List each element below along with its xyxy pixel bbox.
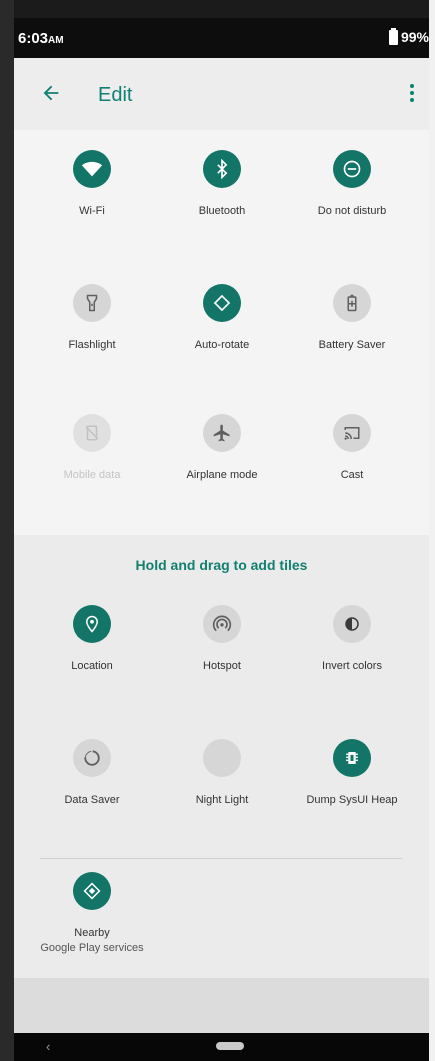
do-not-disturb-icon xyxy=(343,160,361,178)
tile-label: Battery Saver xyxy=(318,339,386,351)
bluetooth-icon xyxy=(217,159,228,179)
tile-icon-bg xyxy=(333,605,371,643)
night-light-icon xyxy=(217,751,225,765)
tile-hotspot[interactable]: Hotspot xyxy=(157,605,287,715)
toolbar: Edit xyxy=(14,58,429,130)
tile-icon-bg xyxy=(203,605,241,643)
memory-chip-icon xyxy=(346,752,358,764)
tile-auto-rotate[interactable]: Auto-rotate xyxy=(157,284,287,394)
tile-label: Airplane mode xyxy=(186,469,258,481)
invert-colors-icon xyxy=(345,617,359,631)
tile-nearby[interactable]: Nearby Google Play services xyxy=(27,872,157,982)
tile-dump-sysui-heap[interactable]: Dump SysUI Heap xyxy=(287,739,417,849)
cast-icon xyxy=(344,427,360,440)
tile-label: Location xyxy=(71,660,113,672)
tile-label: Nearby xyxy=(74,927,110,939)
left-edge xyxy=(0,0,14,1061)
tile-data-saver[interactable]: Data Saver xyxy=(27,739,157,849)
nav-home-pill-icon[interactable] xyxy=(216,1042,244,1050)
tile-label: Night Light xyxy=(195,794,249,806)
tiles-divider xyxy=(40,858,402,859)
tile-icon-bg xyxy=(73,150,111,188)
tile-flashlight[interactable]: Flashlight xyxy=(27,284,157,394)
nav-back-icon[interactable]: ‹ xyxy=(46,1039,50,1054)
tile-icon-bg xyxy=(73,605,111,643)
tile-icon-bg xyxy=(73,414,111,452)
battery-saver-icon xyxy=(347,294,357,312)
tile-cast[interactable]: Cast xyxy=(287,414,417,524)
drag-hint: Hold and drag to add tiles xyxy=(135,557,308,573)
tile-icon-bg xyxy=(203,739,241,777)
hotspot-icon xyxy=(212,615,232,632)
right-edge xyxy=(429,0,435,1061)
tile-airplane-mode[interactable]: Airplane mode xyxy=(157,414,287,524)
mobile-data-icon xyxy=(85,425,99,441)
quick-settings-edit-panel: Edit Wi-Fi Bluetooth Do not disturb Flas… xyxy=(14,58,429,1033)
tile-label: Flashlight xyxy=(68,339,116,351)
battery-percent: 99% xyxy=(400,29,429,45)
data-saver-icon xyxy=(84,750,100,766)
status-bar: 6:03AM 99% xyxy=(14,18,429,58)
tile-wifi[interactable]: Wi-Fi xyxy=(27,150,157,260)
status-time-value: 6:03 xyxy=(18,30,49,47)
tile-bluetooth[interactable]: Bluetooth xyxy=(157,150,287,260)
battery-icon xyxy=(388,27,398,45)
tile-icon-bg xyxy=(333,150,371,188)
location-icon xyxy=(85,615,99,633)
battery-indicator: 99% xyxy=(388,27,429,45)
tile-label: Cast xyxy=(340,469,364,481)
tile-label: Bluetooth xyxy=(198,205,246,217)
tile-label: Dump SysUI Heap xyxy=(306,794,398,806)
tile-do-not-disturb[interactable]: Do not disturb xyxy=(287,150,417,260)
tile-icon-bg xyxy=(73,872,111,910)
tile-icon-bg xyxy=(203,284,241,322)
bottom-fade xyxy=(14,978,429,1033)
tile-location[interactable]: Location xyxy=(27,605,157,715)
more-vert-icon[interactable] xyxy=(407,82,417,104)
tile-icon-bg xyxy=(203,150,241,188)
tile-icon-bg xyxy=(333,284,371,322)
airplane-icon xyxy=(213,424,230,442)
auto-rotate-icon xyxy=(213,294,231,312)
tile-icon-bg xyxy=(333,739,371,777)
tile-label: Data Saver xyxy=(64,794,120,806)
tile-invert-colors[interactable]: Invert colors xyxy=(287,605,417,715)
tile-icon-bg xyxy=(333,414,371,452)
tile-label: Mobile data xyxy=(63,469,121,481)
tile-label: Invert colors xyxy=(322,660,382,672)
tile-night-light[interactable]: Night Light xyxy=(157,739,287,849)
tile-label: Hotspot xyxy=(203,660,241,672)
tile-mobile-data[interactable]: Mobile data xyxy=(27,414,157,524)
tile-battery-saver[interactable]: Battery Saver xyxy=(287,284,417,394)
back-arrow-icon[interactable] xyxy=(40,82,62,104)
tile-icon-bg xyxy=(73,739,111,777)
tile-icon-bg xyxy=(73,284,111,322)
navigation-bar: ‹ xyxy=(14,1033,429,1061)
page-title: Edit xyxy=(98,84,133,106)
nearby-icon xyxy=(83,882,101,900)
flashlight-icon xyxy=(86,294,98,312)
status-time-ampm: AM xyxy=(48,35,64,46)
tile-icon-bg xyxy=(203,414,241,452)
tile-sublabel: Google Play services xyxy=(40,942,144,954)
wifi-icon xyxy=(81,161,103,177)
tile-label: Do not disturb xyxy=(317,205,387,217)
status-time: 6:03AM xyxy=(18,30,64,47)
tile-label: Wi-Fi xyxy=(79,205,105,217)
tile-label: Auto-rotate xyxy=(194,339,250,351)
